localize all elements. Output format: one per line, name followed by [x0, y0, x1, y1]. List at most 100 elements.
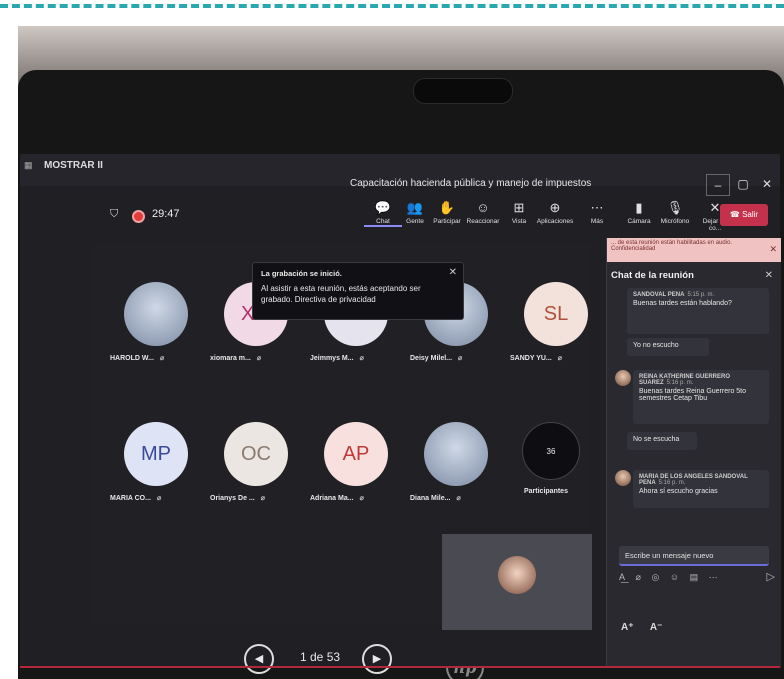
participant-avatar[interactable]: SL [524, 282, 588, 346]
toolbar-label: Participar [433, 218, 461, 225]
toolbar-button-camera-off[interactable]: ▮ Cámara [620, 200, 658, 225]
avatar-initials: OC [241, 442, 271, 465]
message-sender: SANDOVAL PENA 5:15 p. m. [633, 292, 763, 298]
app-menu-icon[interactable]: ▦ [24, 160, 36, 170]
teams-window: ▦ MOSTRAR II Capacitación hacienda públi… [20, 154, 781, 674]
mic-muted-icon: ⌀ [156, 495, 162, 502]
participant-name-text: HAROLD W... [110, 355, 154, 362]
toolbar-button-view[interactable]: ⊞ Vista [500, 200, 538, 225]
message-sender: MARIA DE LOS ANGELES SANDOVAL PENA 5:16 p… [639, 474, 763, 486]
meeting-timer: 29:47 [152, 208, 180, 220]
gif-icon[interactable]: ▤ [690, 572, 699, 582]
decrease-font-icon[interactable]: A⁻ [650, 622, 663, 633]
view-icon: ⊞ [513, 200, 525, 215]
more-options-icon[interactable]: ⋯ [709, 572, 718, 582]
more-icon: ⋯ [590, 200, 604, 215]
increase-font-icon[interactable]: A⁺ [621, 622, 634, 633]
participant-name-text: Jeimmys M... [310, 355, 354, 362]
screen-bottom-accent [20, 666, 780, 668]
mic-muted-icon: ⌀ [456, 495, 461, 502]
recording-notification: La grabación se inició. Al asistir a est… [252, 262, 464, 320]
message-sender: REINA KATHERINE GUERRERO SUAREZ 5:16 p. m… [639, 374, 763, 386]
message-placeholder: Escribe un mensaje nuevo [625, 551, 714, 560]
participant-name-text: Orianys De ... [210, 495, 255, 502]
leave-button[interactable]: ☎ Salir [720, 204, 768, 226]
participant-name: SANDY YU... ⌀ [510, 354, 620, 362]
shield-icon: ⛉ [110, 208, 119, 220]
toolbar-button-mic-off[interactable]: 🎙 Micrófono [656, 200, 694, 225]
chat-message: No se escucha [627, 432, 697, 450]
page-indicator: 1 de 53 [300, 650, 341, 664]
mic-muted-icon: ⌀ [159, 355, 165, 362]
recording-indicator-icon [132, 210, 145, 223]
meeting-title: Capacitación hacienda pública y manejo d… [350, 178, 592, 189]
previous-page-button[interactable]: ◀ [244, 644, 274, 674]
participant-name: Deisy Milel... ⌀ [410, 354, 520, 362]
sender-name: MARIA DE LOS ANGELES SANDOVAL PENA [639, 474, 748, 486]
participant-avatar[interactable] [424, 422, 488, 486]
participant-name: Diana Mile... ⌀ [410, 494, 520, 502]
leave-label: Salir [742, 210, 759, 219]
send-icon[interactable]: ▷ [767, 570, 775, 583]
avatar-initials: MP [141, 442, 171, 465]
toolbar-label: Vista [511, 218, 527, 225]
toolbar-button-react[interactable]: ☺ Reaccionar [464, 200, 502, 225]
toolbar-button-raise-hand[interactable]: ✋ Participar [428, 200, 466, 225]
message-text: Ahora sí escucho gracias [639, 488, 718, 495]
participant-avatar[interactable] [124, 282, 188, 346]
gallery-pager: ◀ 1 de 53 ▶ [244, 644, 404, 674]
close-icon[interactable]: ✕ [449, 267, 457, 278]
chat-title: Chat de la reunión [611, 270, 694, 281]
close-chat-icon[interactable]: ✕ [765, 270, 773, 281]
toolbar-label: Micrófono [660, 218, 690, 225]
participant-avatar[interactable]: OC [224, 422, 288, 486]
participant-avatar[interactable]: AP [324, 422, 388, 486]
message-text: Yo no escucho [633, 342, 679, 349]
policy-banner: ... de esta reunión están habilitadas en… [607, 238, 781, 262]
participant-name-text: xiomara m... [210, 355, 251, 362]
title-bar: ▦ MOSTRAR II Capacitación hacienda públi… [20, 154, 780, 196]
compose-toolbar: A͟ ⌀ ◎ ☺ ▤ ⋯ [619, 572, 779, 588]
attach-icon[interactable]: ⌀ [636, 572, 641, 582]
meeting-toolbar: ⛉ 29:47 💬 Chat 👥 Gente ✋ Participar ☺ Reacciona… [96, 194, 780, 238]
webcam-icon [413, 78, 513, 104]
participant-name-text: SANDY YU... [510, 355, 552, 362]
emoji-icon[interactable]: ☺ [670, 572, 679, 582]
toolbar-label: Gente [406, 218, 424, 225]
app-label: MOSTRAR II [44, 160, 103, 171]
mic-muted-icon: ⌀ [458, 355, 463, 362]
message-time: 5:15 p. m. [687, 292, 715, 298]
participant-avatar[interactable]: MP [124, 422, 188, 486]
message-input[interactable]: Escribe un mensaje nuevo [619, 546, 769, 566]
close-icon[interactable]: ✕ [769, 244, 777, 255]
sender-avatar [615, 370, 631, 386]
laptop-bezel: hp ▦ MOSTRAR II Capacitación hacienda pú… [18, 70, 784, 679]
toolbar-label: Cámara [627, 218, 651, 225]
apps-icon: ⊕ [549, 200, 561, 215]
laptop-photo: hp ▦ MOSTRAR II Capacitación hacienda pú… [18, 26, 784, 679]
toolbar-label: Chat [376, 218, 390, 225]
close-window-button[interactable]: ✕ [756, 174, 778, 194]
participant-name-text: MARIA CO... [110, 495, 151, 502]
toolbar-label: Reaccionar [466, 218, 500, 225]
mic-muted-icon: ⌀ [359, 495, 364, 502]
mic-muted-icon: ⌀ [557, 355, 562, 362]
minimize-button[interactable]: – [706, 174, 730, 196]
self-video-preview[interactable] [442, 534, 592, 630]
format-icon[interactable]: A͟ [619, 572, 625, 582]
participant-count-badge[interactable]: 36 [522, 422, 580, 480]
toast-title: La grabación se inició. [261, 269, 342, 278]
participant-name: Jeimmys M... ⌀ [310, 354, 420, 362]
next-page-button[interactable]: ▶ [362, 644, 392, 674]
participant-name-text: Diana Mile... [410, 495, 451, 502]
participant-name-text: Adriana Ma... [310, 495, 354, 502]
font-size-controls: A⁺ A⁻ [621, 622, 676, 633]
participant-name: HAROLD W... ⌀ [110, 354, 220, 362]
maximize-button[interactable]: ▢ [732, 174, 754, 194]
toolbar-button-more[interactable]: ⋯ Más [578, 200, 616, 225]
avatar-initials: AP [342, 442, 370, 465]
avatar-initials: SL [543, 302, 569, 325]
toolbar-button-apps[interactable]: ⊕ Aplicaciones [536, 200, 574, 225]
loop-icon[interactable]: ◎ [651, 572, 659, 582]
toolbar-label: Aplicaciones [536, 218, 574, 225]
